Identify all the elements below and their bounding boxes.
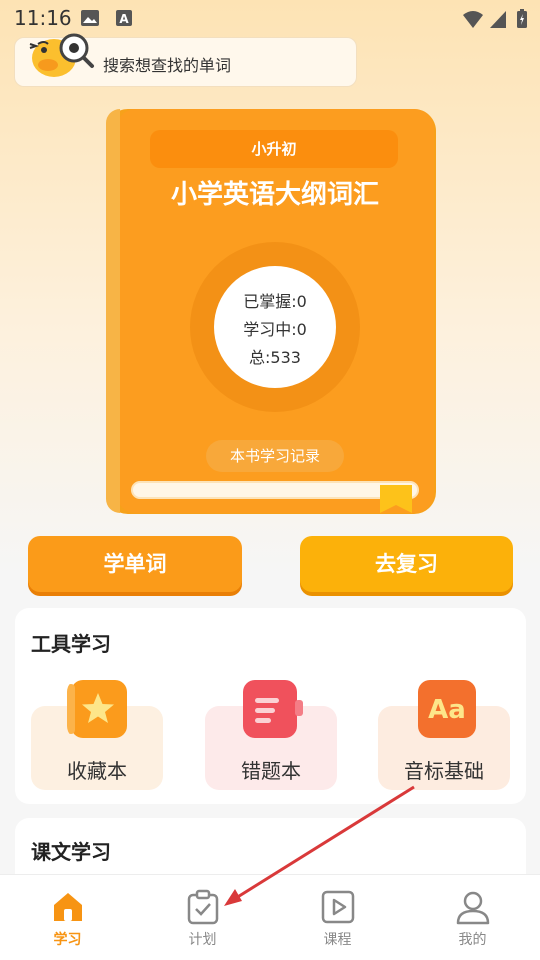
- bottom-tab-bar: 学习 计划 课程 我的: [0, 874, 540, 960]
- app-notification-icon: A: [116, 10, 132, 26]
- tool-wrong-answers-label: 错题本: [241, 759, 301, 783]
- tab-study[interactable]: 学习: [0, 875, 135, 960]
- tab-mine[interactable]: 我的: [405, 875, 540, 960]
- study-record-button[interactable]: 本书学习记录: [206, 440, 344, 472]
- learning-count: 学习中:0: [243, 320, 307, 339]
- status-time: 11:16: [14, 6, 72, 30]
- mastered-count: 已掌握:0: [243, 292, 307, 311]
- cellular-signal-icon: [490, 11, 506, 28]
- star-folder-icon: [67, 680, 127, 738]
- bookmark-icon: [380, 485, 412, 513]
- book-spine: [106, 109, 120, 513]
- notebook-icon: [243, 680, 303, 738]
- go-review-button[interactable]: 去复习: [300, 536, 513, 592]
- tab-mine-label: 我的: [458, 932, 487, 948]
- book-title: 小学英语大纲词汇: [170, 180, 379, 210]
- tab-courses[interactable]: 课程: [270, 875, 405, 960]
- tab-plan-label: 计划: [188, 932, 217, 948]
- tab-study-label: 学习: [53, 932, 82, 948]
- tools-section-title: 工具学习: [31, 632, 111, 656]
- total-count: 总:533: [249, 348, 301, 367]
- tab-courses-label: 课程: [323, 932, 352, 948]
- image-notification-icon: [81, 10, 99, 26]
- lessons-section-title: 课文学习: [31, 840, 111, 864]
- svg-text:Aa: Aa: [428, 695, 466, 725]
- wifi-icon: [463, 11, 483, 28]
- user-icon: [456, 891, 490, 925]
- play-video-icon: [321, 890, 355, 924]
- book-progress-bar: [131, 481, 419, 499]
- tab-plan[interactable]: 计划: [135, 875, 270, 960]
- learn-words-button[interactable]: 学单词: [28, 536, 242, 592]
- phonetics-aa-icon: Aa: [418, 680, 476, 738]
- tools-section: 工具学习 收藏本 错题本 音标基础 Aa: [15, 608, 526, 804]
- battery-icon: [517, 9, 527, 28]
- home-icon: [54, 893, 82, 921]
- svg-text:A: A: [119, 12, 129, 26]
- search-placeholder: 搜索想查找的单词: [103, 56, 232, 75]
- book-level-tag: 小升初: [150, 130, 398, 168]
- tool-favorites-label: 收藏本: [67, 759, 127, 783]
- mascot-magnifier-icon: [29, 33, 94, 77]
- tool-phonetics-label: 音标基础: [404, 759, 484, 783]
- clipboard-check-icon: [187, 889, 219, 925]
